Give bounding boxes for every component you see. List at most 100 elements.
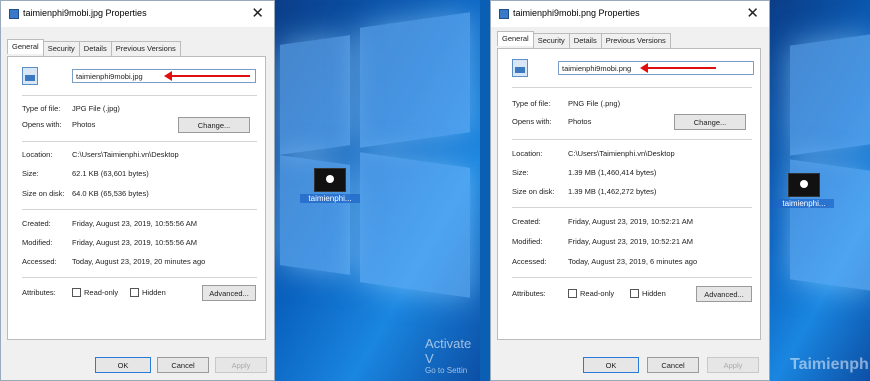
- size-on-disk-value: 1.39 MB (1,462,272 bytes): [568, 187, 657, 196]
- attributes-label: Attributes:: [512, 289, 546, 298]
- windows-logo-pane: [360, 152, 470, 298]
- modified-value: Friday, August 23, 2019, 10:52:21 AM: [568, 237, 693, 246]
- readonly-checkbox[interactable]: [72, 288, 81, 297]
- readonly-label: Read-only: [580, 289, 615, 298]
- divider: [512, 87, 752, 88]
- image-file-icon: [22, 67, 38, 85]
- properties-dialog-png: taimienphi9mobi.png Properties ✕ General…: [490, 0, 770, 381]
- desktop-background-right: taimienphi...: [770, 0, 870, 381]
- tab-bar: General Security Details Previous Versio…: [7, 39, 181, 56]
- advanced-button[interactable]: Advanced...: [202, 285, 256, 301]
- tab-bar: General Security Details Previous Versio…: [497, 31, 671, 48]
- size-on-disk-value: 64.0 KB (65,536 bytes): [72, 189, 149, 198]
- tab-details[interactable]: Details: [568, 33, 602, 48]
- desktop-file-icon[interactable]: taimienphi...: [300, 168, 360, 203]
- divider: [512, 277, 752, 278]
- close-icon[interactable]: ✕: [746, 4, 759, 22]
- opens-value: Photos: [568, 117, 592, 126]
- divider: [22, 209, 257, 210]
- ok-button[interactable]: OK: [95, 357, 151, 373]
- tab-previous-versions[interactable]: Previous Versions: [600, 33, 671, 48]
- type-label: Type of file:: [22, 104, 61, 113]
- readonly-checkbox[interactable]: [568, 289, 577, 298]
- type-label: Type of file:: [512, 99, 551, 108]
- cancel-button[interactable]: Cancel: [647, 357, 699, 373]
- modified-label: Modified:: [22, 238, 53, 247]
- size-label: Size:: [22, 169, 39, 178]
- dialog-footer: OK Cancel Apply: [491, 357, 769, 375]
- created-value: Friday, August 23, 2019, 10:52:21 AM: [568, 217, 693, 226]
- location-label: Location:: [512, 149, 543, 158]
- hidden-checkbox[interactable]: [130, 288, 139, 297]
- title-bar: taimienphi9mobi.jpg Properties ✕: [1, 1, 274, 27]
- tab-general[interactable]: General: [497, 31, 534, 46]
- type-value: PNG File (.png): [568, 99, 621, 108]
- location-value: C:\Users\Taimienphi.vn\Desktop: [72, 150, 179, 159]
- accessed-value: Today, August 23, 2019, 6 minutes ago: [568, 257, 698, 266]
- accessed-value: Today, August 23, 2019, 20 minutes ago: [72, 257, 206, 266]
- general-panel: taimienphi9mobi.jpg Type of file: JPG Fi…: [7, 56, 266, 340]
- size-on-disk-label: Size on disk:: [22, 189, 65, 198]
- close-icon[interactable]: ✕: [251, 4, 264, 22]
- properties-dialog-jpg: taimienphi9mobi.jpg Properties ✕ General…: [0, 0, 275, 381]
- file-icon: [9, 9, 19, 19]
- red-arrow-annotation: [164, 71, 250, 81]
- opens-label: Opens with:: [512, 117, 552, 126]
- opens-value: Photos: [72, 120, 96, 129]
- activate-windows-notice: Activate V Go to Settin: [425, 336, 472, 375]
- tab-details[interactable]: Details: [78, 41, 112, 56]
- accessed-label: Accessed:: [22, 257, 57, 266]
- divider: [22, 141, 257, 142]
- title-bar: taimienphi9mobi.png Properties ✕: [491, 1, 769, 27]
- dialog-title: taimienphi9mobi.jpg Properties: [23, 8, 147, 18]
- red-arrow-annotation: [640, 63, 716, 73]
- image-thumbnail-icon: [314, 168, 346, 192]
- modified-value: Friday, August 23, 2019, 10:55:56 AM: [72, 238, 197, 247]
- divider: [22, 95, 257, 96]
- modified-label: Modified:: [512, 237, 543, 246]
- location-label: Location:: [22, 150, 53, 159]
- apply-button[interactable]: Apply: [707, 357, 759, 373]
- type-value: JPG File (.jpg): [72, 104, 120, 113]
- windows-logo-pane: [360, 12, 470, 148]
- desktop-file-label: taimienphi...: [774, 199, 834, 208]
- created-label: Created:: [512, 217, 541, 226]
- attributes-label: Attributes:: [22, 288, 56, 297]
- advanced-button[interactable]: Advanced...: [696, 286, 752, 302]
- divider: [22, 277, 257, 278]
- dialog-title: taimienphi9mobi.png Properties: [513, 8, 640, 18]
- opens-label: Opens with:: [22, 120, 62, 129]
- size-label: Size:: [512, 168, 529, 177]
- tab-general[interactable]: General: [7, 39, 44, 54]
- hidden-label: Hidden: [142, 288, 166, 297]
- change-button[interactable]: Change...: [674, 114, 746, 130]
- tab-security[interactable]: Security: [42, 41, 80, 56]
- ok-button[interactable]: OK: [583, 357, 639, 373]
- size-value: 1.39 MB (1,460,414 bytes): [568, 168, 657, 177]
- location-value: C:\Users\Taimienphi.vn\Desktop: [568, 149, 675, 158]
- size-on-disk-label: Size on disk:: [512, 187, 555, 196]
- desktop-background-left: taimienphi... Activate V Go to Settin: [270, 0, 480, 381]
- file-icon: [499, 9, 509, 19]
- hidden-label: Hidden: [642, 289, 666, 298]
- tab-security[interactable]: Security: [532, 33, 570, 48]
- apply-button[interactable]: Apply: [215, 357, 267, 373]
- readonly-label: Read-only: [84, 288, 119, 297]
- desktop-file-icon[interactable]: taimienphi...: [774, 173, 834, 208]
- site-watermark: Taimienphi: [790, 356, 870, 373]
- cancel-button[interactable]: Cancel: [157, 357, 209, 373]
- image-thumbnail-icon: [788, 173, 820, 197]
- windows-logo-pane: [790, 34, 870, 156]
- general-panel: taimienphi9mobi.png Type of file: PNG Fi…: [497, 48, 761, 340]
- divider: [512, 207, 752, 208]
- windows-logo-pane: [280, 35, 350, 155]
- change-button[interactable]: Change...: [178, 117, 250, 133]
- dialog-footer: OK Cancel Apply: [1, 357, 274, 375]
- hidden-checkbox[interactable]: [630, 289, 639, 298]
- size-value: 62.1 KB (63,601 bytes): [72, 169, 149, 178]
- created-label: Created:: [22, 219, 51, 228]
- accessed-label: Accessed:: [512, 257, 547, 266]
- desktop-file-label: taimienphi...: [300, 194, 360, 203]
- created-value: Friday, August 23, 2019, 10:55:56 AM: [72, 219, 197, 228]
- tab-previous-versions[interactable]: Previous Versions: [110, 41, 181, 56]
